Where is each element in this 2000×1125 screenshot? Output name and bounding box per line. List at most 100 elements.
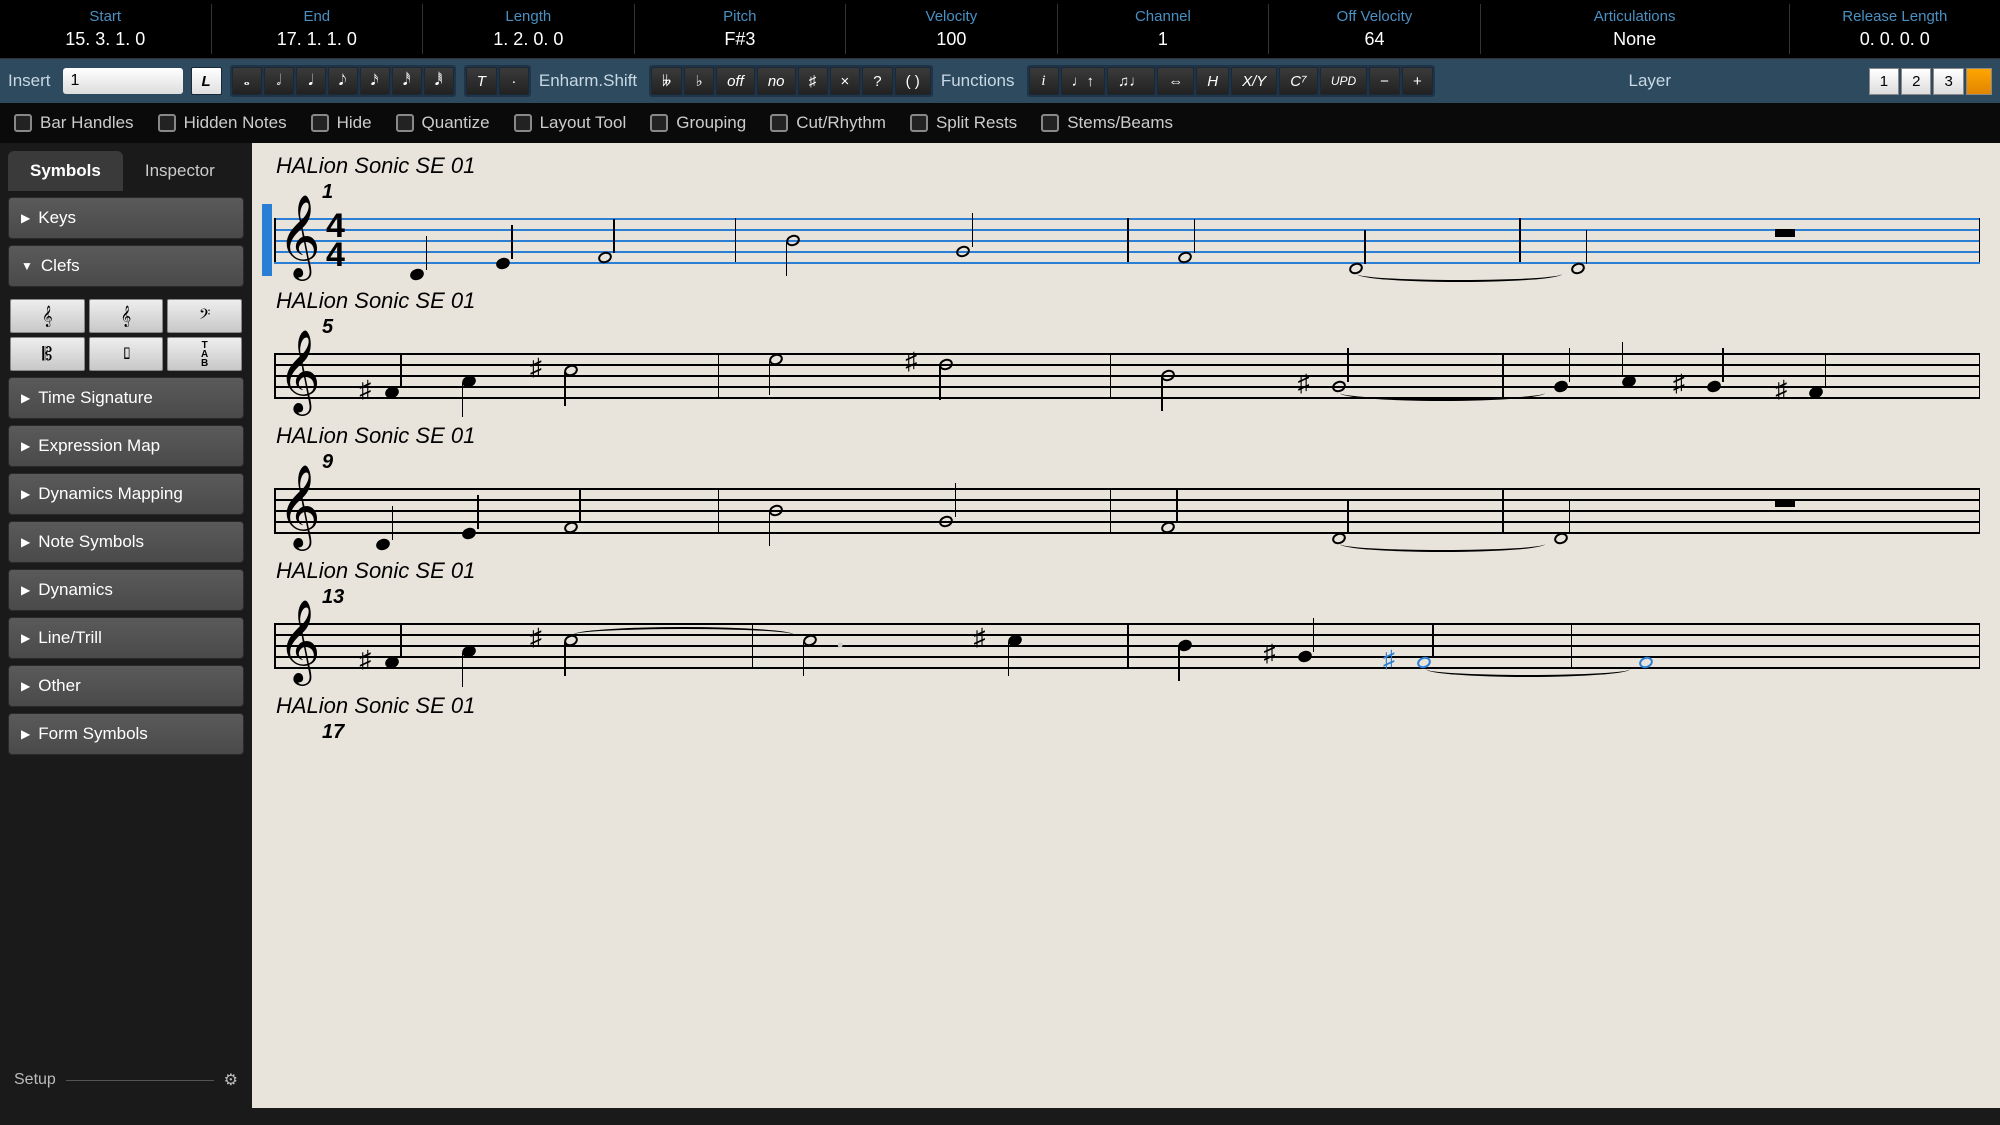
info-button[interactable]: i xyxy=(1029,67,1059,95)
layout-tool-option[interactable]: Layout Tool xyxy=(514,113,627,133)
acc-time-signature[interactable]: ▶Time Signature xyxy=(8,377,244,419)
treble-clef-icon: 𝄞 xyxy=(278,200,321,272)
grouping-option[interactable]: Grouping xyxy=(650,113,746,133)
group-button[interactable]: ♫♩ xyxy=(1107,67,1155,95)
quarter-note-button[interactable]: 𝅘𝅥 xyxy=(296,67,326,95)
layer-1-button[interactable]: 1 xyxy=(1869,68,1899,95)
sidebar: Symbols Inspector ▶Keys ▼Clefs 𝄞 𝄞 𝄢 𝄡 𝄦… xyxy=(0,143,252,1108)
info-release-length[interactable]: Release Length 0. 0. 0. 0 xyxy=(1790,4,2000,54)
track-name-label: HALion Sonic SE 01 xyxy=(276,288,1980,314)
acc-form-symbols[interactable]: ▶Form Symbols xyxy=(8,713,244,755)
tuplet-button[interactable]: T xyxy=(466,67,497,95)
insert-label: Insert xyxy=(8,71,51,91)
flip-button[interactable]: ♩↑ xyxy=(1061,67,1106,95)
acc-clefs[interactable]: ▼Clefs xyxy=(8,245,244,287)
checkbox-icon xyxy=(650,114,668,132)
bar-number: 17 xyxy=(322,721,1980,744)
hide-option[interactable]: Hide xyxy=(311,113,372,133)
tab-clef-button[interactable]: TAB xyxy=(167,337,242,371)
thirtysecond-note-button[interactable]: 𝅘𝅥𝅰 xyxy=(392,67,422,95)
eighth-note-button[interactable]: 𝅘𝅥𝅮 xyxy=(328,67,358,95)
l-button[interactable]: L xyxy=(191,67,222,95)
chevron-right-icon: ▶ xyxy=(21,211,30,225)
layer-2-button[interactable]: 2 xyxy=(1901,68,1931,95)
info-end[interactable]: End 17. 1. 1. 0 xyxy=(212,4,424,54)
score-system-4: HALion Sonic SE 01 13 𝄞 ♯ ♯ xyxy=(262,558,1980,681)
tab-symbols[interactable]: Symbols xyxy=(8,151,123,191)
acc-expression-map[interactable]: ▶Expression Map xyxy=(8,425,244,467)
acc-dynamics[interactable]: ▶Dynamics xyxy=(8,569,244,611)
chevron-right-icon: ▶ xyxy=(21,535,30,549)
treble-clef-icon: 𝄞 xyxy=(278,605,321,677)
sixtyfourth-note-button[interactable]: 𝅘𝅥𝅱 xyxy=(424,67,454,95)
enharm-paren-button[interactable]: ( ) xyxy=(895,67,931,95)
treble-clef-button[interactable]: 𝄞 xyxy=(10,299,85,333)
track-name-label: HALion Sonic SE 01 xyxy=(276,693,1980,719)
bar-handles-option[interactable]: Bar Handles xyxy=(14,113,134,133)
info-pitch[interactable]: Pitch F#3 xyxy=(635,4,847,54)
setup-row[interactable]: Setup ⚙ xyxy=(8,1060,244,1100)
alto-clef-button[interactable]: 𝄡 xyxy=(10,337,85,371)
info-off-velocity[interactable]: Off Velocity 64 xyxy=(1269,4,1481,54)
insert-field[interactable]: 1 xyxy=(63,68,183,94)
tab-inspector[interactable]: Inspector xyxy=(123,151,237,191)
zoom-out-button[interactable]: − xyxy=(1369,67,1400,95)
track-name-label: HALion Sonic SE 01 xyxy=(276,153,1980,179)
make-chord-button[interactable]: C⁷ xyxy=(1279,67,1318,95)
position-button[interactable]: X/Y xyxy=(1231,67,1277,95)
bass-clef-button[interactable]: 𝄢 xyxy=(167,299,242,333)
toolbar: Insert 1 L 𝅝 𝅗𝅥 𝅘𝅥 𝅘𝅥𝅮 𝅘𝅥𝅯 𝅘𝅥𝅰 𝅘𝅥𝅱 T · E… xyxy=(0,59,2000,103)
zoom-in-button[interactable]: + xyxy=(1402,67,1433,95)
split-rests-option[interactable]: Split Rests xyxy=(910,113,1017,133)
auto-layout-button[interactable]: ⇔ xyxy=(1157,67,1194,95)
acc-line-trill[interactable]: ▶Line/Trill xyxy=(8,617,244,659)
acc-other[interactable]: ▶Other xyxy=(8,665,244,707)
enharm-question-button[interactable]: ? xyxy=(862,67,892,95)
treble-clef-8-button[interactable]: 𝄞 xyxy=(89,299,164,333)
dot-button[interactable]: · xyxy=(499,67,529,95)
info-articulations[interactable]: Articulations None xyxy=(1481,4,1790,54)
enharm-off-button[interactable]: off xyxy=(716,67,755,95)
chevron-right-icon: ▶ xyxy=(21,391,30,405)
track-name-label: HALion Sonic SE 01 xyxy=(276,423,1980,449)
score-view[interactable]: HALion Sonic SE 01 1 𝄞 44 xyxy=(252,143,2000,1108)
gear-icon[interactable]: ⚙ xyxy=(224,1070,238,1090)
sixteenth-note-button[interactable]: 𝅘𝅥𝅯 xyxy=(360,67,390,95)
info-start[interactable]: Start 15. 3. 1. 0 xyxy=(0,4,212,54)
percussion-clef-button[interactable]: 𝄦 xyxy=(89,337,164,371)
acc-keys[interactable]: ▶Keys xyxy=(8,197,244,239)
hidden-notes-option[interactable]: Hidden Notes xyxy=(158,113,287,133)
info-velocity[interactable]: Velocity 100 xyxy=(846,4,1058,54)
note-value-group: 𝅝 𝅗𝅥 𝅘𝅥 𝅘𝅥𝅮 𝅘𝅥𝅯 𝅘𝅥𝅰 𝅘𝅥𝅱 xyxy=(230,65,456,97)
flat-button[interactable]: ♭ xyxy=(684,67,714,95)
half-note-button[interactable]: 𝅗𝅥 xyxy=(264,67,294,95)
checkbox-icon xyxy=(396,114,414,132)
options-bar: Bar Handles Hidden Notes Hide Quantize L… xyxy=(0,103,2000,143)
time-signature: 44 xyxy=(326,212,345,270)
sharp-button[interactable]: ♯ xyxy=(798,67,828,95)
staff[interactable]: 𝄞 ♯ ♯ ♯ ♯ xyxy=(274,339,1980,411)
hide-button[interactable]: H xyxy=(1196,67,1229,95)
enharm-no-button[interactable]: no xyxy=(757,67,796,95)
acc-note-symbols[interactable]: ▶Note Symbols xyxy=(8,521,244,563)
checkbox-icon xyxy=(158,114,176,132)
checkbox-icon xyxy=(770,114,788,132)
info-channel[interactable]: Channel 1 xyxy=(1058,4,1270,54)
double-flat-button[interactable]: 𝄫 xyxy=(651,67,682,95)
layer-3-button[interactable]: 3 xyxy=(1933,68,1963,95)
staff[interactable]: 𝄞 xyxy=(274,474,1980,546)
staff[interactable]: 𝄞 44 xyxy=(274,204,1980,276)
double-sharp-button[interactable]: × xyxy=(830,67,861,95)
chevron-right-icon: ▶ xyxy=(21,631,30,645)
whole-note-button[interactable]: 𝅝 xyxy=(232,67,262,95)
update-button[interactable]: UPD xyxy=(1320,67,1367,95)
stems-beams-option[interactable]: Stems/Beams xyxy=(1041,113,1173,133)
acc-dynamics-mapping[interactable]: ▶Dynamics Mapping xyxy=(8,473,244,515)
info-length[interactable]: Length 1. 2. 0. 0 xyxy=(423,4,635,54)
layer-all-button[interactable] xyxy=(1966,68,1992,95)
staff[interactable]: 𝄞 ♯ ♯ • ♯ ♯ xyxy=(274,609,1980,681)
quantize-option[interactable]: Quantize xyxy=(396,113,490,133)
cut-rhythm-option[interactable]: Cut/Rhythm xyxy=(770,113,886,133)
functions-group: i ♩↑ ♫♩ ⇔ H X/Y C⁷ UPD − + xyxy=(1027,65,1435,97)
bar-number: 9 xyxy=(322,451,1980,474)
